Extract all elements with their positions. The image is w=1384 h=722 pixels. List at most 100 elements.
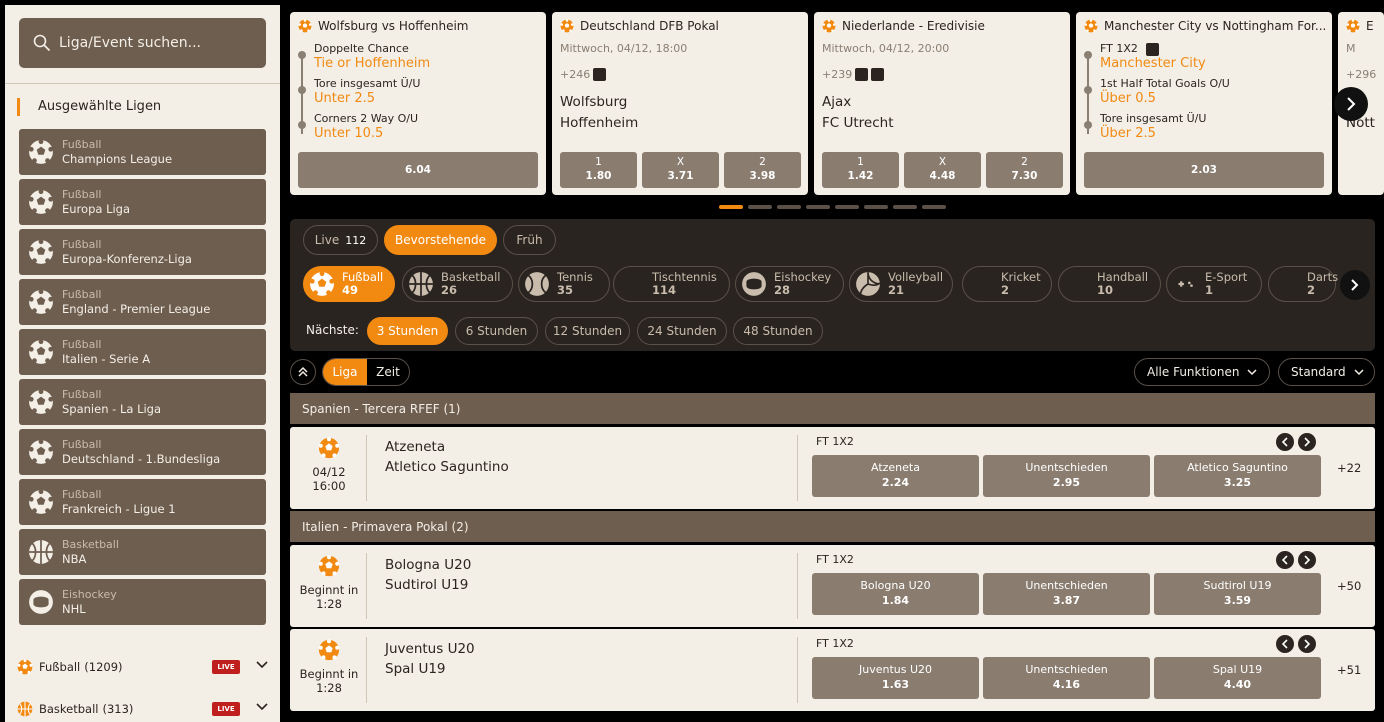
combo-odds-button[interactable]: 6.04 [298,152,538,188]
expand-button[interactable] [255,701,269,715]
sport-filter-2[interactable]: Tennis 35 [518,266,610,302]
more-markets-link[interactable]: +22 [1337,461,1361,475]
features-dropdown[interactable]: Alle Funktionen [1134,358,1270,386]
league-text: Fußball Italien - Serie A [62,338,150,367]
odds-button[interactable]: Unentschieden 4.16 [983,657,1150,699]
league-group-header[interactable]: Spanien - Tercera RFEF (1) [290,393,1375,424]
league-item[interactable]: Fußball England - Premier League [19,279,266,325]
group-by-league-button[interactable]: Liga [323,359,367,385]
pager-dot[interactable] [922,205,946,209]
odds-button[interactable]: Spal U19 4.40 [1154,657,1321,699]
odds-label: Spal U19 [1212,663,1263,676]
sport-row[interactable]: Basketball (313) LIVE [17,699,272,719]
tab-label: Früh [516,233,543,247]
sport-filter-7[interactable]: Handball 10 [1058,266,1161,302]
league-item[interactable]: Fußball Champions League [19,129,266,175]
pager-dot[interactable] [835,205,859,209]
odds-button[interactable]: Bologna U20 1.84 [812,573,979,615]
search-icon [33,34,51,52]
league-item[interactable]: Fußball Europa Liga [19,179,266,225]
odds-button[interactable]: 2 3.98 [724,152,801,188]
league-item[interactable]: Fußball Spanien - La Liga [19,379,266,425]
sport-filter-5[interactable]: Volleyball 21 [849,266,953,302]
pager-dot[interactable] [719,205,743,209]
odds-button[interactable]: 1 1.42 [822,152,899,188]
league-item[interactable]: Fußball Italien - Serie A [19,329,266,375]
featured-card[interactable]: Manchester City vs Nottingham For... FT 1… [1076,12,1332,195]
hours-option[interactable]: 24 Stunden [637,317,727,345]
league-sport: Fußball [62,387,102,401]
hours-option[interactable]: 12 Stunden [545,317,630,345]
odds-button[interactable]: Unentschieden 3.87 [983,573,1150,615]
tab-upcoming[interactable]: Bevorstehende [384,225,497,255]
odds-label: Atzeneta [871,461,920,474]
league-group-header[interactable]: Italien - Primavera Pokal (2) [290,511,1375,542]
league-item[interactable]: Fußball Europa-Konferenz-Liga [19,229,266,275]
market-prev-button[interactable] [1276,433,1294,451]
odds-button[interactable]: X 3.71 [642,152,719,188]
odds-button[interactable]: 2 7.30 [986,152,1063,188]
odds-button[interactable]: Unentschieden 2.95 [983,455,1150,497]
collapse-all-button[interactable] [290,359,316,385]
sport-filter-9[interactable]: Darts 2 [1268,266,1338,302]
sport-filter-3[interactable]: Tischtennis 114 [613,266,730,302]
odds-button[interactable]: X 4.48 [904,152,981,188]
tab-live[interactable]: Live 112 [303,225,378,255]
odds-button[interactable]: Atletico Saguntino 3.25 [1154,455,1321,497]
sport-filter-4[interactable]: Eishockey 28 [735,266,844,302]
combo-odds-button[interactable]: 2.03 [1084,152,1324,188]
hours-option[interactable]: 3 Stunden [367,317,448,345]
tab-early[interactable]: Früh [503,225,556,255]
basketball-icon [17,701,33,717]
away-team: FC Utrecht [822,115,894,131]
odds-label: Unentschieden [1025,461,1108,474]
expand-button[interactable] [255,659,269,673]
league-search-input[interactable]: Liga/Event suchen... [19,18,266,68]
event-date: Beginnt in [299,667,359,681]
more-markets-link[interactable]: +51 [1337,663,1361,677]
odds-button[interactable]: Juventus U20 1.63 [812,657,979,699]
pager-dot[interactable] [864,205,888,209]
featured-card[interactable]: Niederlande - Eredivisie Mittwoch, 04/12,… [814,12,1070,195]
pager-dot[interactable] [893,205,917,209]
featured-card[interactable]: Deutschland DFB Pokal Mittwoch, 04/12, 18… [552,12,808,195]
odds-button[interactable]: Atzeneta 2.24 [812,455,979,497]
sport-filter-0[interactable]: Fußball 49 [303,266,395,302]
league-item[interactable]: Basketball NBA [19,529,266,575]
away-team: Hoffenheim [560,115,639,131]
sport-filter-6[interactable]: Kricket 2 [962,266,1052,302]
sports-next-button[interactable] [1340,270,1370,300]
more-markets-link[interactable]: +50 [1337,579,1361,593]
sort-dropdown-label: Standard [1291,365,1346,379]
sport-filter-icon-wrap [1273,270,1301,298]
soccer-ball-icon [28,339,54,364]
sport-filter-8[interactable]: E-Sport 1 [1166,266,1262,302]
hours-option[interactable]: 48 Stunden [733,317,823,345]
carousel-next-button[interactable] [1334,87,1368,121]
sport-filter-text: Tennis 35 [557,271,593,297]
pager-dot[interactable] [806,205,830,209]
market-next-button[interactable] [1298,433,1316,451]
market-name: FT 1X2 [816,435,854,448]
featured-card[interactable]: Wolfsburg vs Hoffenheim Doppelte Chance Ti… [290,12,546,195]
sport-filter-1[interactable]: Basketball 26 [402,266,513,302]
event-row[interactable]: 04/12 16:00 Atzeneta Atletico Saguntino FT 1… [290,427,1375,509]
pager-dot[interactable] [748,205,772,209]
odds-button[interactable]: Sudtirol U19 3.59 [1154,573,1321,615]
sport-row[interactable]: Fußball (1209) LIVE [17,657,272,677]
league-item[interactable]: Fußball Deutschland - 1.Bundesliga [19,429,266,475]
market-prev-button[interactable] [1276,551,1294,569]
event-row[interactable]: Beginnt in 1:28 Bologna U20 Sudtirol U19 FT … [290,545,1375,627]
league-item[interactable]: Eishockey NHL [19,579,266,625]
pager-dot[interactable] [777,205,801,209]
market-next-button[interactable] [1298,551,1316,569]
sort-dropdown[interactable]: Standard [1278,358,1375,386]
market-prev-button[interactable] [1276,635,1294,653]
group-by-time-button[interactable]: Zeit [367,359,409,385]
market-next-button[interactable] [1298,635,1316,653]
league-item[interactable]: Fußball Frankreich - Ligue 1 [19,479,266,525]
hours-option[interactable]: 6 Stunden [455,317,538,345]
card-more-markets: +239 [822,68,885,81]
event-row[interactable]: Beginnt in 1:28 Juventus U20 Spal U19 FT 1X2… [290,629,1375,711]
odds-button[interactable]: 1 1.80 [560,152,637,188]
